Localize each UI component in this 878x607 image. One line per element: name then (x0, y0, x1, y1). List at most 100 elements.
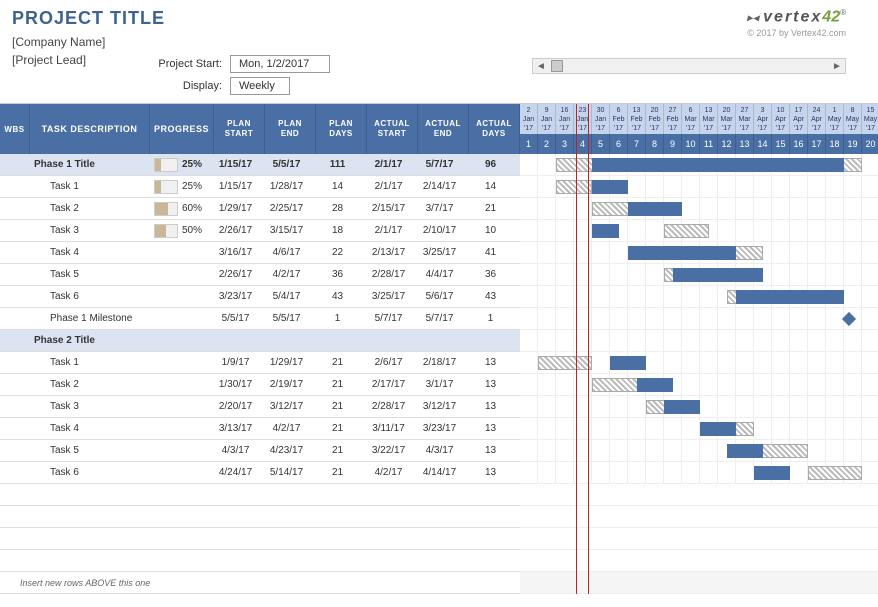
timeline-scrollbar[interactable]: ◄ ► (532, 58, 846, 74)
task-name[interactable]: Task 3 (30, 401, 150, 412)
progress-cell[interactable]: 60% (150, 202, 210, 216)
table-row[interactable]: Task 63/23/175/4/17433/25/175/6/1743 (0, 286, 520, 308)
actual-start[interactable]: 3/25/17 (363, 291, 414, 302)
task-name[interactable]: Task 6 (30, 291, 150, 302)
plan-days[interactable]: 43 (312, 291, 363, 302)
task-name[interactable]: Task 5 (30, 269, 150, 280)
plan-start[interactable]: 1/30/17 (210, 379, 261, 390)
plan-start[interactable]: 1/15/17 (210, 181, 261, 192)
table-row[interactable]: Task 11/9/171/29/17212/6/172/18/1713 (0, 352, 520, 374)
plan-days[interactable]: 1 (312, 313, 363, 324)
actual-start[interactable]: 2/28/17 (363, 269, 414, 280)
table-row[interactable]: Task 32/20/173/12/17212/28/173/12/1713 (0, 396, 520, 418)
plan-end[interactable]: 4/6/17 (261, 247, 312, 258)
actual-end[interactable]: 5/7/17 (414, 159, 465, 170)
actual-days[interactable]: 13 (465, 379, 516, 390)
plan-start[interactable]: 1/29/17 (210, 203, 261, 214)
actual-start[interactable]: 2/6/17 (363, 357, 414, 368)
plan-end[interactable]: 1/28/17 (261, 181, 312, 192)
plan-end[interactable]: 4/2/17 (261, 269, 312, 280)
task-name[interactable]: Task 3 (30, 225, 150, 236)
actual-days[interactable]: 21 (465, 203, 516, 214)
plan-end[interactable]: 5/5/17 (261, 159, 312, 170)
plan-end[interactable]: 5/5/17 (261, 313, 312, 324)
actual-days[interactable]: 10 (465, 225, 516, 236)
plan-days[interactable]: 21 (312, 467, 363, 478)
actual-end[interactable]: 3/1/17 (414, 379, 465, 390)
actual-days[interactable]: 13 (465, 467, 516, 478)
actual-days[interactable]: 13 (465, 445, 516, 456)
actual-end[interactable]: 3/23/17 (414, 423, 465, 434)
actual-start[interactable]: 2/1/17 (363, 181, 414, 192)
plan-end[interactable]: 5/14/17 (261, 467, 312, 478)
actual-start[interactable]: 2/13/17 (363, 247, 414, 258)
plan-end[interactable]: 4/2/17 (261, 423, 312, 434)
actual-days[interactable]: 14 (465, 181, 516, 192)
task-name[interactable]: Task 5 (30, 445, 150, 456)
actual-end[interactable]: 3/12/17 (414, 401, 465, 412)
plan-start[interactable]: 3/13/17 (210, 423, 261, 434)
plan-start[interactable]: 1/15/17 (210, 159, 261, 170)
plan-end[interactable]: 4/23/17 (261, 445, 312, 456)
plan-start[interactable]: 3/16/17 (210, 247, 261, 258)
task-name[interactable]: Phase 1 Title (30, 159, 150, 170)
actual-days[interactable]: 96 (465, 159, 516, 170)
table-row[interactable]: Task 43/13/174/2/17213/11/173/23/1713 (0, 418, 520, 440)
plan-start[interactable]: 4/24/17 (210, 467, 261, 478)
actual-end[interactable]: 5/7/17 (414, 313, 465, 324)
empty-row[interactable] (0, 484, 520, 506)
actual-start[interactable]: 2/28/17 (363, 401, 414, 412)
plan-start[interactable]: 2/20/17 (210, 401, 261, 412)
table-row[interactable]: Task 6 4/24/175/14/17214/2/174/14/1713 (0, 462, 520, 484)
actual-start[interactable]: 2/1/17 (363, 225, 414, 236)
task-name[interactable]: Task 2 (30, 203, 150, 214)
task-name[interactable]: Phase 2 Title (30, 335, 150, 346)
actual-start[interactable]: 2/15/17 (363, 203, 414, 214)
plan-start[interactable]: 3/23/17 (210, 291, 261, 302)
task-name[interactable]: Task 6 (30, 467, 150, 478)
task-name[interactable]: Task 4 (30, 247, 150, 258)
actual-end[interactable]: 3/25/17 (414, 247, 465, 258)
table-row[interactable]: Task 260%1/29/172/25/17282/15/173/7/1721 (0, 198, 520, 220)
task-name[interactable]: Task 1 (30, 181, 150, 192)
task-name[interactable]: Task 1 (30, 357, 150, 368)
table-row[interactable]: Task 350%2/26/173/15/17182/1/172/10/1710 (0, 220, 520, 242)
progress-cell[interactable]: 25% (150, 158, 210, 172)
plan-days[interactable]: 111 (312, 159, 363, 170)
scroll-left-icon[interactable]: ◄ (533, 59, 549, 73)
table-row[interactable]: Phase 2 Title (0, 330, 520, 352)
plan-days[interactable]: 21 (312, 401, 363, 412)
actual-end[interactable]: 4/14/17 (414, 467, 465, 478)
plan-days[interactable]: 21 (312, 445, 363, 456)
actual-start[interactable]: 5/7/17 (363, 313, 414, 324)
plan-days[interactable]: 28 (312, 203, 363, 214)
plan-start[interactable]: 2/26/17 (210, 225, 261, 236)
actual-start[interactable]: 4/2/17 (363, 467, 414, 478)
actual-end[interactable]: 2/10/17 (414, 225, 465, 236)
actual-days[interactable]: 13 (465, 401, 516, 412)
scroll-thumb[interactable] (551, 60, 563, 72)
plan-days[interactable]: 22 (312, 247, 363, 258)
actual-days[interactable]: 13 (465, 357, 516, 368)
plan-end[interactable]: 5/4/17 (261, 291, 312, 302)
plan-start[interactable]: 1/9/17 (210, 357, 261, 368)
plan-end[interactable]: 3/15/17 (261, 225, 312, 236)
actual-days[interactable]: 41 (465, 247, 516, 258)
actual-days[interactable]: 1 (465, 313, 516, 324)
actual-days[interactable]: 13 (465, 423, 516, 434)
task-name[interactable]: Phase 1 Milestone (30, 313, 150, 324)
empty-row[interactable] (0, 528, 520, 550)
progress-cell[interactable]: 50% (150, 224, 210, 238)
task-name[interactable]: Task 4 (30, 423, 150, 434)
plan-end[interactable]: 2/25/17 (261, 203, 312, 214)
table-row[interactable]: Task 52/26/174/2/17362/28/174/4/1736 (0, 264, 520, 286)
actual-start[interactable]: 2/1/17 (363, 159, 414, 170)
progress-cell[interactable]: 25% (150, 180, 210, 194)
table-row[interactable]: Task 4 3/16/174/6/17222/13/173/25/1741 (0, 242, 520, 264)
display-select[interactable]: Weekly (230, 77, 290, 95)
plan-start[interactable]: 5/5/17 (210, 313, 261, 324)
table-row[interactable]: Task 54/3/174/23/17213/22/174/3/1713 (0, 440, 520, 462)
table-row[interactable]: Task 125%1/15/171/28/17142/1/172/14/1714 (0, 176, 520, 198)
plan-days[interactable]: 21 (312, 357, 363, 368)
plan-days[interactable]: 14 (312, 181, 363, 192)
